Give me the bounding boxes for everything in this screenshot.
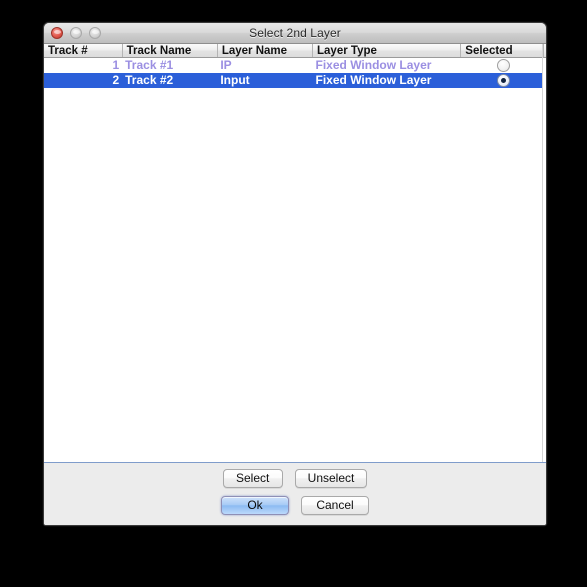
minimize-icon[interactable] bbox=[70, 27, 82, 39]
window-title: Select 2nd Layer bbox=[249, 26, 341, 40]
row-1-selected-radio[interactable] bbox=[496, 59, 510, 73]
column-header-layer-type[interactable]: Layer Type bbox=[312, 44, 462, 58]
table-row[interactable]: 2 Track #2 Input Fixed Window Layer bbox=[44, 73, 546, 88]
list-right-gutter bbox=[542, 44, 546, 462]
layer-list: Track # Track Name Layer Name Layer Type… bbox=[44, 44, 546, 463]
selection-button-row: Select Unselect bbox=[44, 463, 546, 488]
cell-selected[interactable] bbox=[460, 57, 546, 73]
cancel-button[interactable]: Cancel bbox=[301, 496, 369, 515]
layer-table: Track # Track Name Layer Name Layer Type… bbox=[44, 44, 546, 88]
row-2-selected-radio[interactable] bbox=[496, 74, 510, 88]
close-icon[interactable] bbox=[51, 27, 63, 39]
cell-track-name: Track #1 bbox=[122, 57, 218, 73]
window-controls bbox=[51, 27, 101, 39]
ok-button[interactable]: Ok bbox=[221, 496, 289, 515]
cell-track-number: 1 bbox=[44, 57, 123, 73]
unselect-button[interactable]: Unselect bbox=[294, 469, 368, 488]
cell-layer-name: Input bbox=[217, 73, 313, 88]
cell-track-number: 2 bbox=[44, 73, 123, 88]
cell-selected[interactable] bbox=[460, 73, 546, 88]
column-header-track-name[interactable]: Track Name bbox=[122, 44, 218, 58]
cell-layer-type: Fixed Window Layer bbox=[312, 73, 461, 88]
column-header-layer-name[interactable]: Layer Name bbox=[217, 44, 314, 58]
cell-layer-type: Fixed Window Layer bbox=[312, 57, 461, 73]
select-button[interactable]: Select bbox=[222, 469, 283, 488]
column-header-selected[interactable]: Selected bbox=[460, 44, 546, 58]
confirm-button-row: Ok Cancel bbox=[44, 488, 546, 515]
window-titlebar[interactable]: Select 2nd Layer bbox=[44, 23, 546, 44]
table-header-row: Track # Track Name Layer Name Layer Type… bbox=[44, 44, 546, 58]
zoom-icon[interactable] bbox=[89, 27, 101, 39]
cell-layer-name: IP bbox=[217, 57, 313, 73]
list-right-gutter-header bbox=[543, 44, 546, 58]
dialog-window: Select 2nd Layer Track # Track Name Laye… bbox=[43, 22, 547, 526]
dialog-footer: Select Unselect Ok Cancel bbox=[44, 463, 546, 525]
column-header-track-number[interactable]: Track # bbox=[44, 44, 123, 58]
table-row[interactable]: 1 Track #1 IP Fixed Window Layer bbox=[44, 57, 546, 73]
screen-backdrop: Select 2nd Layer Track # Track Name Laye… bbox=[0, 0, 587, 587]
cell-track-name: Track #2 bbox=[122, 73, 218, 88]
